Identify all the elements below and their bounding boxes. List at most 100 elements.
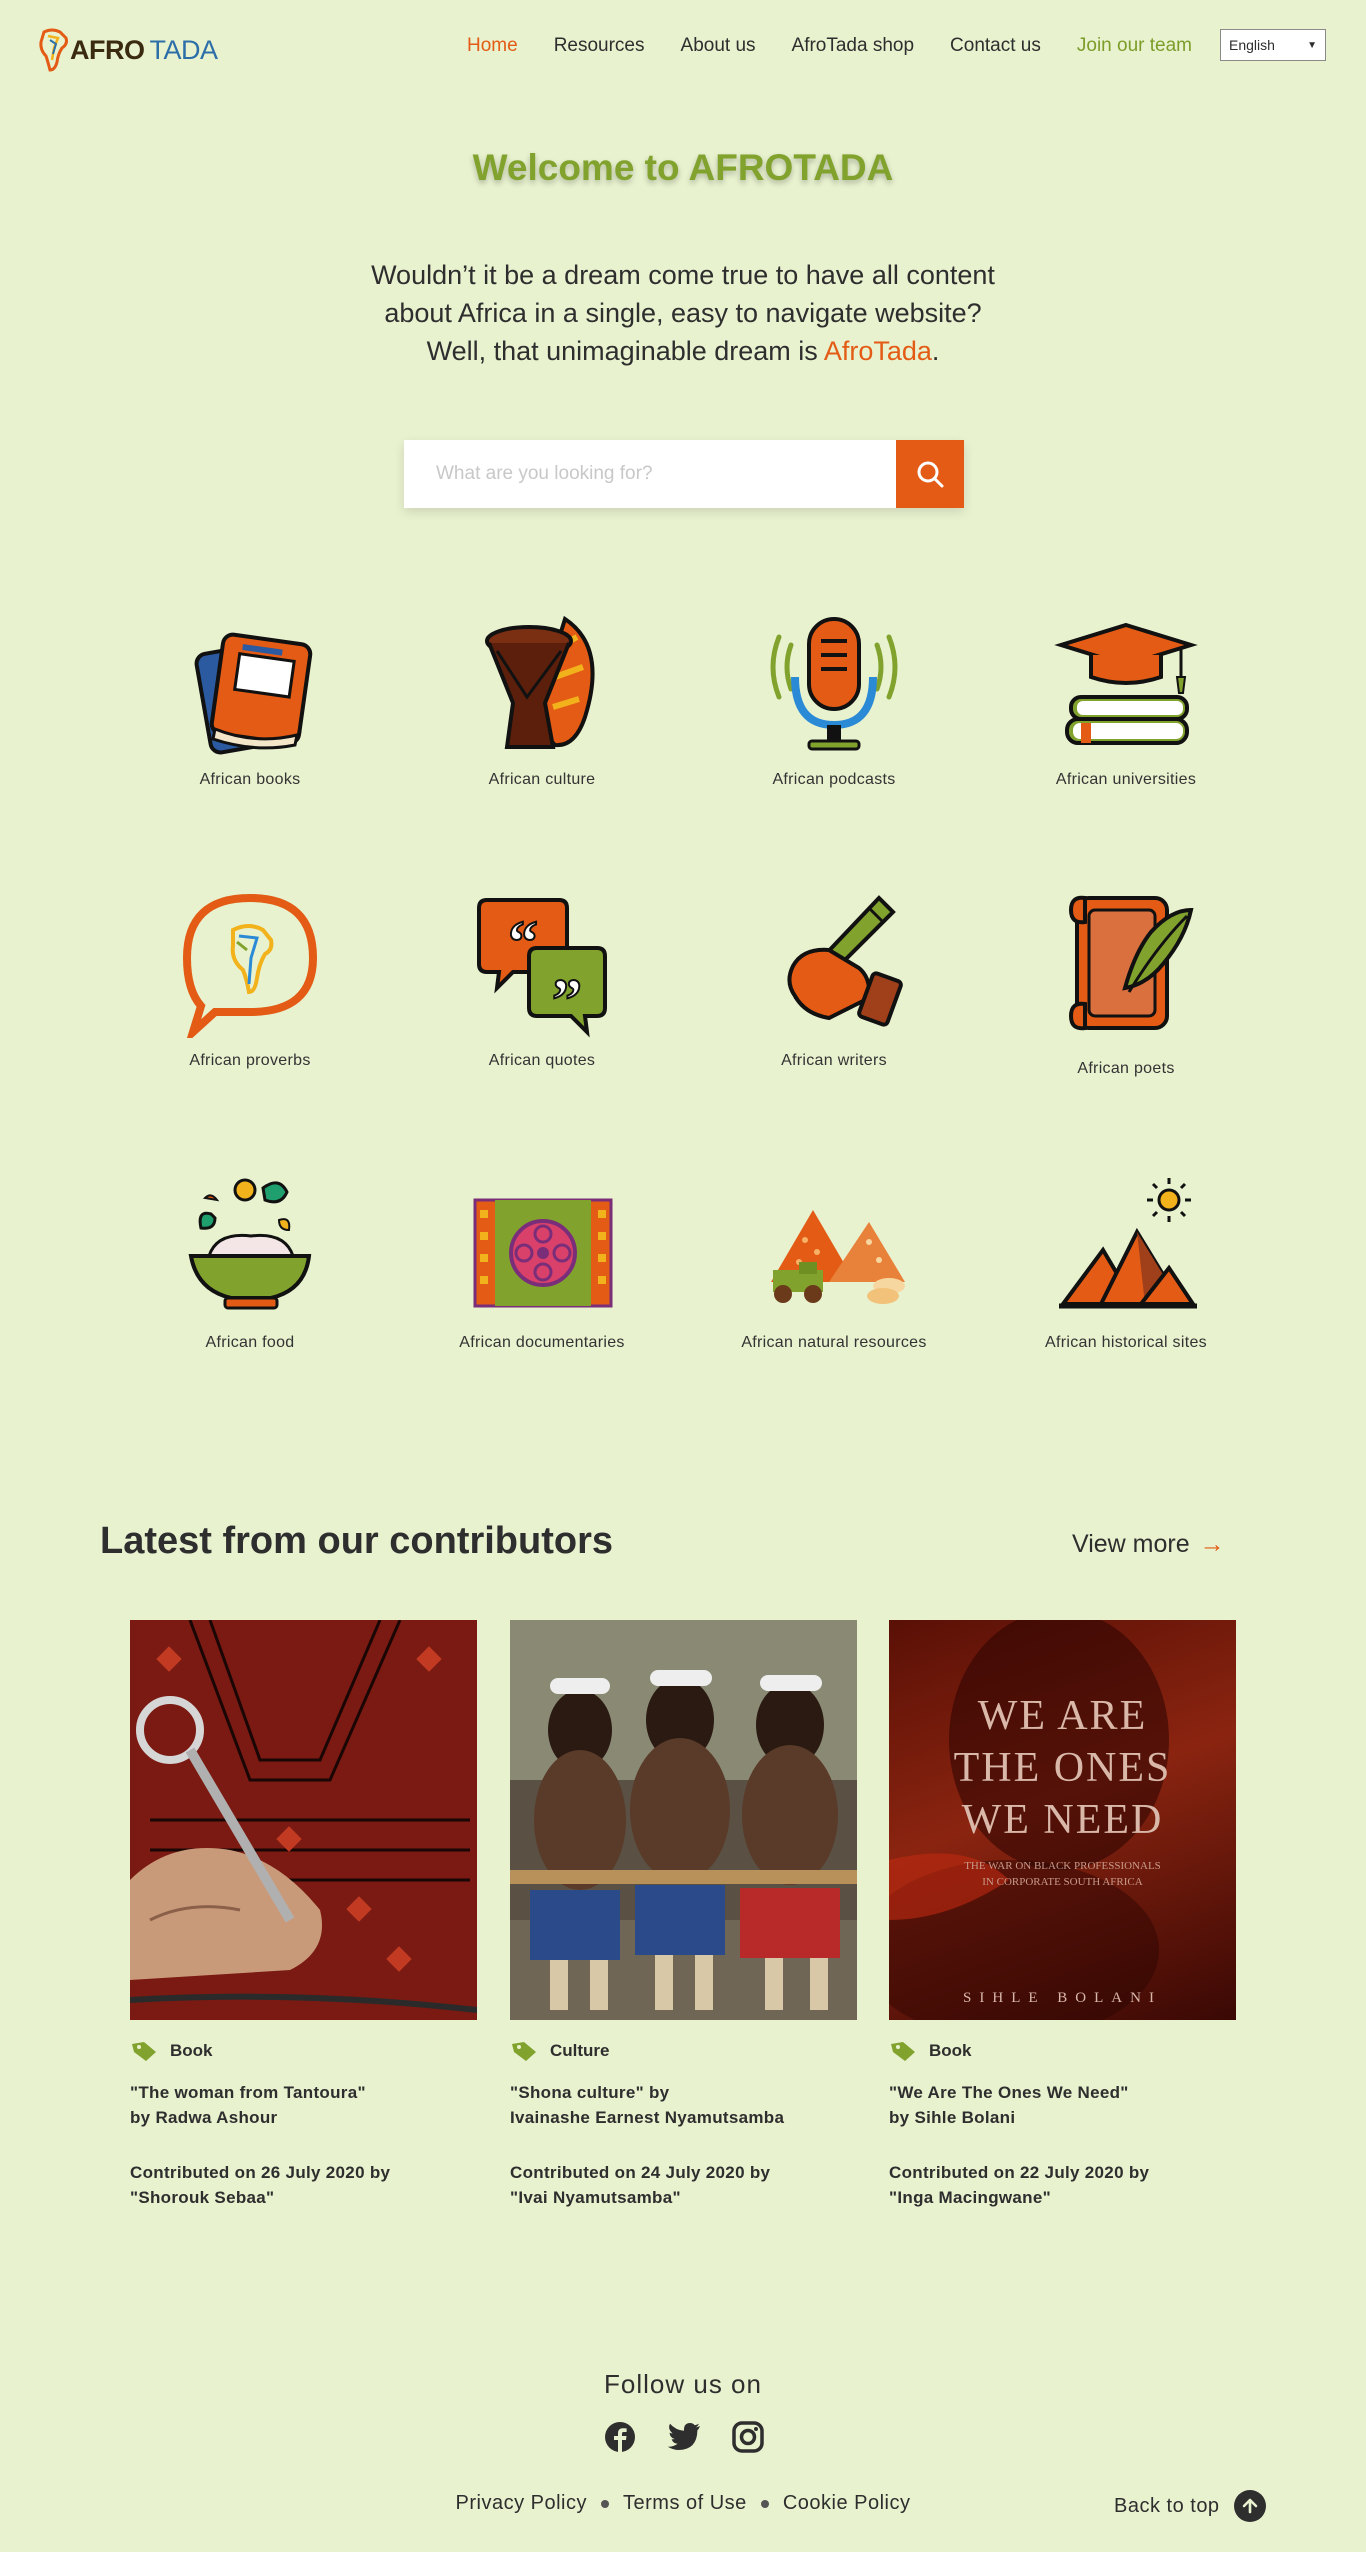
card-image-dancers[interactable] — [510, 1620, 857, 2020]
site-logo[interactable]: AFRO TADA — [38, 26, 218, 74]
card-title[interactable]: "We Are The Ones We Need" by Sihle Bolan… — [889, 2080, 1236, 2130]
view-more-link[interactable]: View more → — [1072, 1530, 1225, 1559]
category-label: African historical sites — [1045, 1334, 1207, 1351]
category-african-universities[interactable]: African universities — [996, 607, 1256, 789]
card-contributor: Contributed on 26 July 2020 by "Shorouk … — [130, 2160, 477, 2210]
card-contributor: Contributed on 24 July 2020 by "Ivai Nya… — [510, 2160, 857, 2210]
hero-brand: AfroTada — [823, 336, 932, 366]
facebook-icon[interactable] — [603, 2420, 637, 2454]
nav-resources[interactable]: Resources — [554, 32, 645, 60]
books-icon — [175, 607, 325, 757]
tag-icon — [512, 2042, 536, 2061]
terms-of-use-link[interactable]: Terms of Use — [623, 2492, 747, 2515]
card-title-line: "The woman from Tantoura" — [130, 2083, 366, 2102]
card-title-author: by Sihle Bolani — [889, 2108, 1016, 2127]
language-select[interactable]: English ▼ — [1220, 29, 1326, 61]
follow-us-heading: Follow us on — [604, 2369, 762, 2399]
category-african-quotes[interactable]: “ ” African quotes — [412, 888, 672, 1070]
category-african-historical-sites[interactable]: African historical sites — [996, 1170, 1256, 1352]
pyramids-icon — [1051, 1170, 1201, 1320]
card-tag-label: Book — [170, 2041, 213, 2060]
category-label: African food — [205, 1334, 295, 1351]
card-tag-label: Culture — [550, 2041, 610, 2060]
category-african-food[interactable]: African food — [120, 1170, 380, 1352]
hero-subtitle: Wouldn’t it be a dream come true to have… — [283, 256, 1083, 370]
hero-line-3: Well, that unimaginable dream is AfroTad… — [283, 332, 1083, 370]
search-button[interactable] — [896, 440, 964, 508]
category-african-natural-resources[interactable]: African natural resources — [704, 1170, 964, 1352]
nav-home[interactable]: Home — [467, 32, 518, 60]
card-tag: Book — [130, 2040, 477, 2062]
language-value: English — [1229, 37, 1275, 53]
speech-bubble-icon — [175, 888, 325, 1038]
card-contrib-date: Contributed on 22 July 2020 by — [889, 2163, 1150, 2182]
hero-line-2: about Africa in a single, easy to naviga… — [384, 298, 982, 328]
category-label: African poets — [1077, 1060, 1175, 1077]
category-african-proverbs[interactable]: African proverbs — [120, 888, 380, 1070]
nav-join-our-team[interactable]: Join our team — [1077, 32, 1192, 60]
hero-line-3-suffix: . — [931, 336, 940, 366]
africa-map-icon — [39, 28, 68, 72]
tag-icon — [891, 2042, 915, 2061]
nav-about-us[interactable]: About us — [681, 32, 756, 60]
tag-icon — [132, 2042, 156, 2061]
category-label: African documentaries — [459, 1334, 625, 1351]
category-label: African quotes — [488, 1052, 596, 1069]
card-title-author: Ivainashe Earnest Nyamutsamba — [510, 2108, 785, 2127]
twitter-icon[interactable] — [667, 2420, 701, 2454]
category-label: African universities — [1055, 771, 1197, 788]
nav-contact-us[interactable]: Contact us — [950, 32, 1041, 60]
arrow-right-icon: → — [1199, 1530, 1225, 1558]
card-contrib-name: "Inga Macingwane" — [889, 2188, 1051, 2207]
card-contrib-name: "Shorouk Sebaa" — [130, 2188, 275, 2207]
food-bowl-icon — [175, 1170, 325, 1320]
cookie-policy-link[interactable]: Cookie Policy — [783, 2492, 911, 2515]
separator-dot — [601, 2499, 609, 2508]
quotes-icon: “ ” — [467, 888, 617, 1038]
search-icon — [917, 461, 944, 488]
category-african-books[interactable]: African books — [120, 607, 380, 789]
site-header: AFRO TADA Home Resources About us AfroTa… — [0, 0, 1366, 92]
back-to-top-button[interactable]: Back to top — [1114, 2490, 1266, 2522]
privacy-policy-link[interactable]: Privacy Policy — [456, 2492, 587, 2515]
category-label: African culture — [488, 771, 596, 788]
mining-icon — [759, 1170, 909, 1320]
book-cover-title: WE ARE THE ONES WE NEED — [889, 1690, 1236, 1846]
cover-title-line-3: WE NEED — [961, 1797, 1164, 1843]
card-image-embroidery[interactable] — [130, 1620, 477, 2020]
category-label: African proverbs — [189, 1052, 311, 1069]
caret-down-icon: ▼ — [1307, 39, 1317, 51]
card-tag: Culture — [510, 2040, 857, 2062]
card-image-book-cover[interactable]: WE ARE THE ONES WE NEED THE WAR ON BLACK… — [889, 1620, 1236, 2020]
contribution-card[interactable]: Book "The woman from Tantoura" by Radwa … — [130, 1620, 477, 2210]
graduation-cap-icon — [1051, 607, 1201, 757]
category-african-poets[interactable]: African poets — [996, 888, 1256, 1078]
hero-title: Welcome to AFROTADA — [472, 147, 894, 188]
category-african-podcasts[interactable]: African podcasts — [704, 607, 964, 789]
card-contrib-name: "Ivai Nyamutsamba" — [510, 2188, 681, 2207]
drum-icon — [467, 607, 617, 757]
category-label: African writers — [781, 1052, 887, 1069]
logo-primary-text: AFRO — [70, 34, 145, 65]
instagram-icon[interactable] — [731, 2420, 765, 2454]
category-african-writers[interactable]: African writers — [704, 888, 964, 1070]
social-links — [603, 2420, 765, 2454]
card-title[interactable]: "Shona culture" by Ivainashe Earnest Nya… — [510, 2080, 857, 2130]
category-african-documentaries[interactable]: African documentaries — [412, 1170, 672, 1352]
cover-subtitle-line-1: THE WAR ON BLACK PROFESSIONALS — [964, 1860, 1161, 1872]
contribution-card[interactable]: Culture "Shona culture" by Ivainashe Ear… — [510, 1620, 857, 2210]
cover-title-line-2: THE ONES — [953, 1745, 1172, 1791]
card-title[interactable]: "The woman from Tantoura" by Radwa Ashou… — [130, 2080, 477, 2130]
card-tag-label: Book — [929, 2041, 972, 2060]
card-contrib-date: Contributed on 26 July 2020 by — [130, 2163, 391, 2182]
card-title-line: "Shona culture" by — [510, 2083, 670, 2102]
category-label: African books — [199, 771, 301, 788]
nav-shop[interactable]: AfroTada shop — [792, 32, 915, 60]
contribution-card[interactable]: WE ARE THE ONES WE NEED THE WAR ON BLACK… — [889, 1620, 1236, 2210]
scroll-feather-icon — [1051, 888, 1201, 1038]
cover-title-line-1: WE ARE — [977, 1693, 1148, 1739]
search-input[interactable] — [404, 440, 896, 508]
card-contributor: Contributed on 22 July 2020 by "Inga Mac… — [889, 2160, 1236, 2210]
category-african-culture[interactable]: African culture — [412, 607, 672, 789]
microphone-icon — [759, 607, 909, 757]
